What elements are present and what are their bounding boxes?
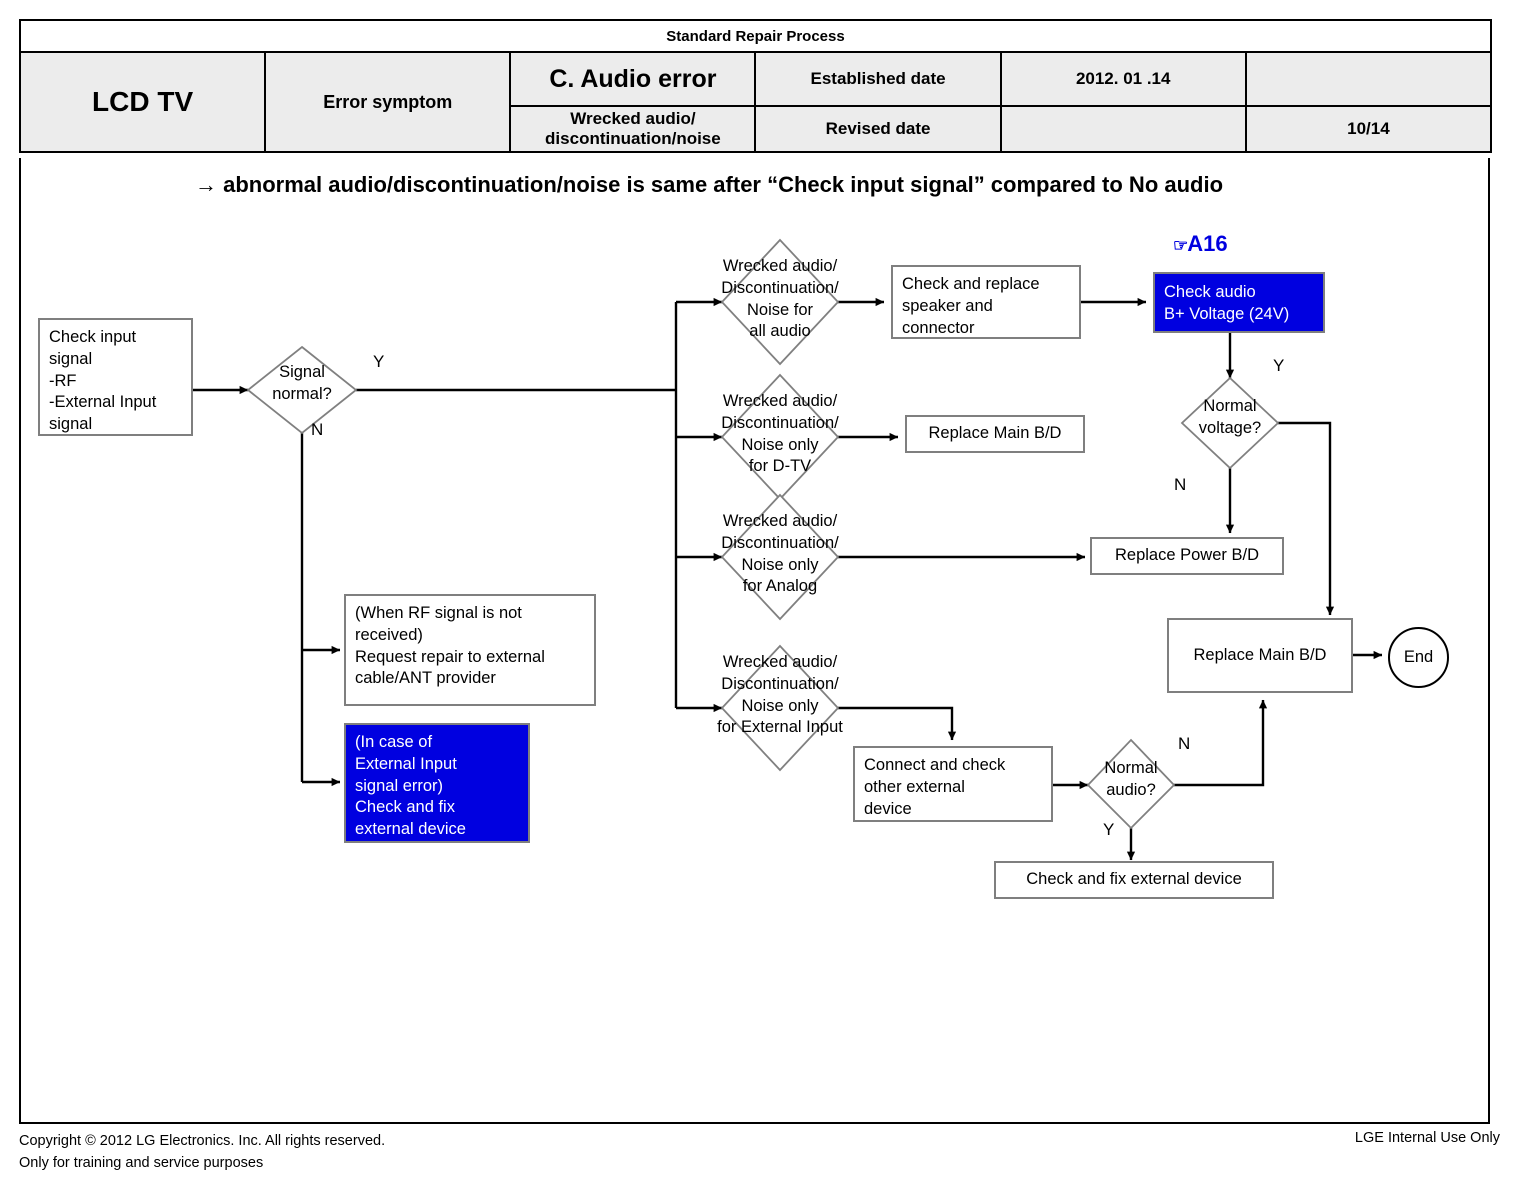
pointing-hand-icon: ☞ [1173,236,1188,255]
node-check-replace-speaker: Check and replace speaker and connector [891,265,1081,339]
annotation-a16-label: A16 [1187,231,1228,256]
footer-internal-use: LGE Internal Use Only [1354,1130,1500,1146]
conn-voltage-yes-to-mainbd [1278,421,1335,616]
branch-label-normal-audio-no: N [1178,734,1191,753]
branch-label-normal-voltage-yes: Y [1273,356,1285,375]
diamond-wrecked-analog [720,493,840,621]
diamond-normal-voltage [1180,376,1280,470]
branch-label-signal-normal-no: N [311,420,324,439]
footer-copyright-line2: Only for training and service purposes [19,1155,264,1172]
document-page: Standard Repair Process LCD TV Error sym… [0,0,1518,1193]
diamond-normal-audio [1086,738,1176,830]
node-connect-check-other: Connect and check other external device [853,746,1053,822]
node-replace-power-bd: Replace Power B/D [1090,537,1284,575]
node-end: End [1388,627,1449,688]
node-replace-main-bd-dtv: Replace Main B/D [905,415,1085,453]
footer-copyright-line1: Copyright © 2012 LG Electronics. Inc. Al… [19,1133,386,1149]
diamond-wrecked-dtv [720,373,840,501]
diamond-wrecked-external [720,644,840,772]
branch-label-normal-audio-yes: Y [1103,820,1115,839]
conn-external-to-connect [838,706,957,741]
annotation-a16: ☞A16 [1173,231,1228,257]
node-external-input-error: (In case of External Input signal error)… [344,723,530,843]
branch-label-signal-normal-yes: Y [373,352,385,371]
node-check-input-signal: Check input signal -RF -External Input s… [38,318,193,436]
diamond-signal-normal [246,345,358,435]
flowchart-connectors [192,238,1383,861]
node-replace-main-bd-final: Replace Main B/D [1167,618,1353,693]
node-rf-not-received: (When RF signal is not received) Request… [344,594,596,706]
footer-copyright: Copyright © 2012 LG Electronics. Inc. Al… [19,1130,385,1175]
node-check-audio-bplus: Check audio B+ Voltage (24V) [1153,272,1325,333]
node-check-fix-external: Check and fix external device [994,861,1274,899]
branch-label-normal-voltage-no: N [1174,475,1187,494]
diamond-wrecked-all-audio [720,238,840,366]
